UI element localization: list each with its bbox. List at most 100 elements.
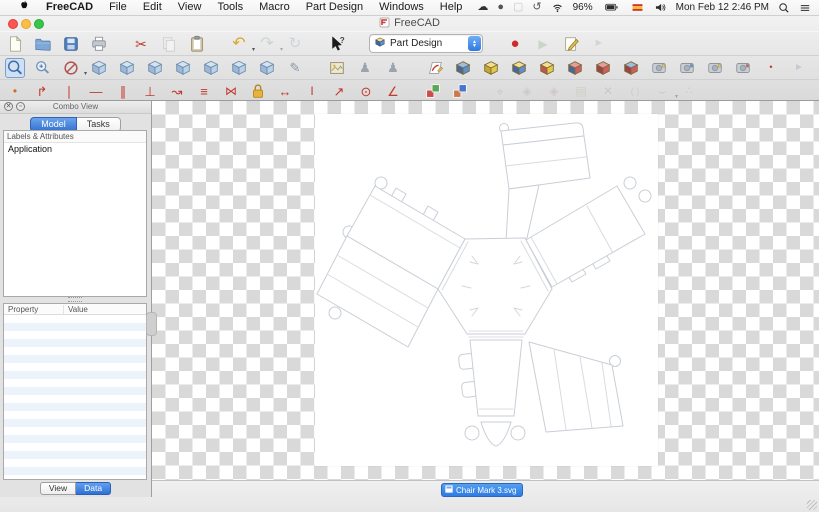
view-top-icon[interactable] <box>145 58 165 78</box>
keyboard-flag-icon[interactable] <box>630 2 645 13</box>
polar-pattern-icon[interactable] <box>705 58 725 78</box>
menu-macro[interactable]: Macro <box>251 0 298 15</box>
constrain-symmetric-icon[interactable]: ⋈ <box>221 81 241 101</box>
pad-icon[interactable] <box>481 58 501 78</box>
toggle-driving-constraint-icon[interactable] <box>423 81 443 101</box>
toggle-construction-icon[interactable] <box>450 81 470 101</box>
menu-tools[interactable]: Tools <box>209 0 251 15</box>
document-tab[interactable]: Chair Mark 3.svg <box>441 483 524 497</box>
constrain-perpendicular-icon[interactable]: ⊥ <box>140 81 160 101</box>
datum-point-icon[interactable]: • <box>761 58 781 78</box>
constrain-vertical-icon[interactable]: ∣ <box>59 81 79 101</box>
stereo-view-b-icon[interactable]: ♟ <box>383 58 403 78</box>
draw-style-icon[interactable]: ▾ <box>61 58 87 78</box>
select-conflicting-icon[interactable]: ◈ <box>544 81 564 101</box>
view-right-icon[interactable] <box>173 58 193 78</box>
mirrored-icon[interactable] <box>649 58 669 78</box>
view-bottom-icon[interactable] <box>229 58 249 78</box>
mdi-view-area[interactable] <box>152 100 819 481</box>
refresh-icon[interactable]: ↻ <box>285 34 305 54</box>
open-folder-icon[interactable] <box>33 34 53 54</box>
macro-edit-icon[interactable] <box>561 34 581 54</box>
constrain-tangent-icon[interactable]: ↝ <box>167 81 187 101</box>
dock-float-icon[interactable]: ▫ <box>16 102 25 111</box>
select-constraints-icon[interactable]: ◈ <box>517 81 537 101</box>
undo-icon[interactable]: ↶ ▾ <box>229 34 255 54</box>
create-point-icon[interactable]: • <box>5 81 25 101</box>
notification-center-icon[interactable] <box>799 2 811 14</box>
tab-data[interactable]: Data <box>76 482 112 495</box>
select-origin-icon[interactable]: ⌖ <box>490 81 510 101</box>
clone-geometry-icon[interactable]: ( ) <box>625 81 645 101</box>
toggle-freeze-icon[interactable]: ► <box>789 58 809 78</box>
title-bar[interactable]: FreeCAD <box>0 15 819 31</box>
create-sketch-icon[interactable] <box>425 58 445 78</box>
delete-geometry-icon[interactable]: ✕ <box>598 81 618 101</box>
subtractive-primitive-icon[interactable] <box>621 58 641 78</box>
groove-icon[interactable] <box>565 58 585 78</box>
workbench-select[interactable]: Part Design ▲ ▼ <box>369 34 483 53</box>
view-left-icon[interactable] <box>257 58 277 78</box>
revolution-icon[interactable] <box>537 58 557 78</box>
dock-resize-handle[interactable] <box>146 312 157 336</box>
tab-view[interactable]: View <box>39 482 77 495</box>
pocket-icon[interactable] <box>509 58 529 78</box>
constrain-horizontal-icon[interactable]: — <box>86 81 106 101</box>
battery-icon[interactable] <box>602 1 621 14</box>
cut-icon[interactable]: ✂ <box>131 34 151 54</box>
menu-view[interactable]: View <box>170 0 210 15</box>
time-machine-icon[interactable]: ↺ <box>532 2 541 13</box>
view-rear-icon[interactable] <box>201 58 221 78</box>
dock-splitter[interactable] <box>3 296 147 302</box>
menu-windows[interactable]: Windows <box>371 0 432 15</box>
macro-step-icon[interactable]: ► <box>589 34 609 54</box>
volume-icon[interactable] <box>654 1 667 14</box>
extend-edge-icon[interactable]: ⌣ ▾ <box>652 81 678 101</box>
multi-transform-icon[interactable] <box>733 58 753 78</box>
redo-icon[interactable]: ↷ ▾ <box>257 34 283 54</box>
whats-this-icon[interactable]: ? <box>327 34 347 54</box>
clock[interactable]: Mon Feb 12 2:46 PM <box>676 2 769 13</box>
wifi-icon[interactable] <box>551 1 564 14</box>
map-sketch-icon[interactable] <box>453 58 473 78</box>
constrain-lock-icon[interactable] <box>248 81 268 101</box>
measure-distance-icon[interactable]: ✎ <box>285 58 305 78</box>
constrain-distance-icon[interactable]: ↗ <box>329 81 349 101</box>
menu-edit[interactable]: Edit <box>135 0 170 15</box>
svg-document-page[interactable] <box>315 114 658 466</box>
create-polyline-icon[interactable]: ↱ <box>32 81 52 101</box>
constrain-equal-icon[interactable]: ≡ <box>194 81 214 101</box>
battery-percent[interactable]: 96% <box>573 2 593 13</box>
dock-close-icon[interactable]: ✕ <box>4 102 13 111</box>
constrain-v-distance-icon[interactable]: I <box>302 81 322 101</box>
tree-item-application[interactable]: Application <box>4 143 146 154</box>
menu-freecad[interactable]: FreeCAD <box>38 0 101 15</box>
apple-menu[interactable] <box>10 0 38 16</box>
constrain-radius-icon[interactable]: ⊙ <box>356 81 376 101</box>
menu-file[interactable]: File <box>101 0 135 15</box>
paste-icon[interactable] <box>187 34 207 54</box>
spotlight-icon[interactable] <box>778 2 790 14</box>
macro-play-icon[interactable]: ▶ <box>533 34 553 54</box>
constrain-parallel-icon[interactable]: ∥ <box>113 81 133 101</box>
property-editor[interactable]: Property Value <box>3 303 147 480</box>
image-plane-icon[interactable] <box>327 58 347 78</box>
new-document-icon[interactable] <box>5 34 25 54</box>
menu-part-design[interactable]: Part Design <box>298 0 371 15</box>
model-tree[interactable]: Labels & Attributes Application <box>3 130 147 297</box>
cloud-icon[interactable]: ☁ <box>477 2 488 13</box>
macro-record-icon[interactable]: ● <box>505 34 525 54</box>
select-elements-icon[interactable]: ▤ <box>571 81 591 101</box>
fit-selection-icon[interactable] <box>33 58 53 78</box>
constrain-h-distance-icon[interactable]: ↔ <box>275 81 295 101</box>
insert-knot-icon[interactable]: ∴ <box>679 81 699 101</box>
inactive-icon[interactable]: ▢ <box>513 2 523 13</box>
resize-grip-icon[interactable] <box>807 500 817 510</box>
copy-icon[interactable] <box>159 34 179 54</box>
fit-all-icon[interactable] <box>5 57 25 78</box>
stereo-view-a-icon[interactable]: ♟ <box>355 58 375 78</box>
print-icon[interactable] <box>89 34 109 54</box>
view-front-icon[interactable] <box>117 58 137 78</box>
save-icon[interactable] <box>61 34 81 54</box>
linear-pattern-icon[interactable] <box>677 58 697 78</box>
